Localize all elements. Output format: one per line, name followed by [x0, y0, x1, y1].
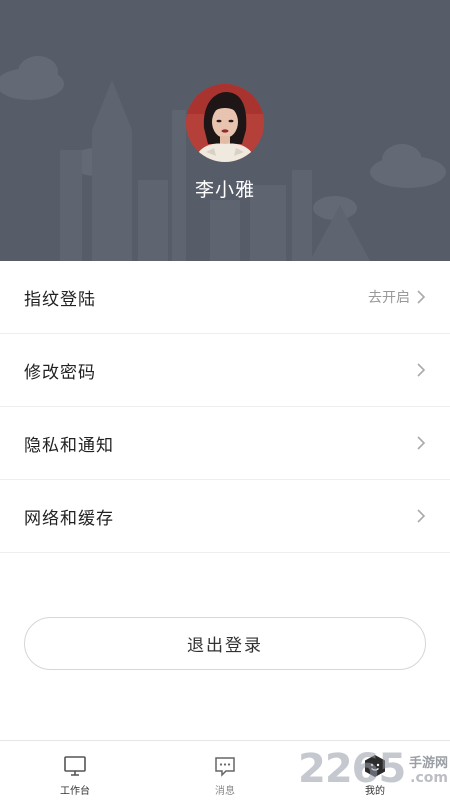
menu-item-label: 隐私和通知 [24, 435, 114, 456]
user-photo-icon [186, 84, 264, 162]
logout-button[interactable]: 退出登录 [24, 617, 426, 670]
site-watermark: 2265 手游网 .com [298, 744, 450, 800]
tab-workbench[interactable]: 工作台 [0, 741, 150, 800]
watermark-domain: .com [410, 770, 448, 786]
chevron-right-icon [417, 509, 426, 523]
tab-messages[interactable]: 消息 [150, 741, 300, 800]
chevron-right-icon [417, 290, 426, 304]
menu-item-change-password[interactable]: 修改密码 [0, 334, 450, 407]
menu-item-fingerprint-login[interactable]: 指纹登陆 去开启 [0, 261, 450, 334]
chevron-right-icon [417, 363, 426, 377]
profile-header: 李小雅 [0, 0, 450, 261]
menu-item-label: 指纹登陆 [24, 289, 96, 310]
menu-item-privacy-notifications[interactable]: 隐私和通知 [0, 407, 450, 480]
menu-item-label: 网络和缓存 [24, 508, 114, 529]
tab-label: 工作台 [60, 786, 90, 797]
settings-menu: 指纹登陆 去开启 修改密码 隐私和通知 网络和缓存 [0, 261, 450, 553]
watermark-number: 2265 [298, 746, 406, 792]
menu-item-label: 修改密码 [24, 362, 96, 383]
chevron-right-icon [417, 436, 426, 450]
message-icon [215, 757, 235, 777]
watermark-site: 手游网 [408, 756, 448, 771]
username: 李小雅 [194, 179, 255, 201]
tab-label: 消息 [215, 786, 235, 797]
monitor-icon [64, 756, 86, 776]
menu-item-network-cache[interactable]: 网络和缓存 [0, 480, 450, 553]
menu-item-hint: 去开启 [368, 290, 410, 306]
avatar[interactable] [186, 84, 264, 162]
